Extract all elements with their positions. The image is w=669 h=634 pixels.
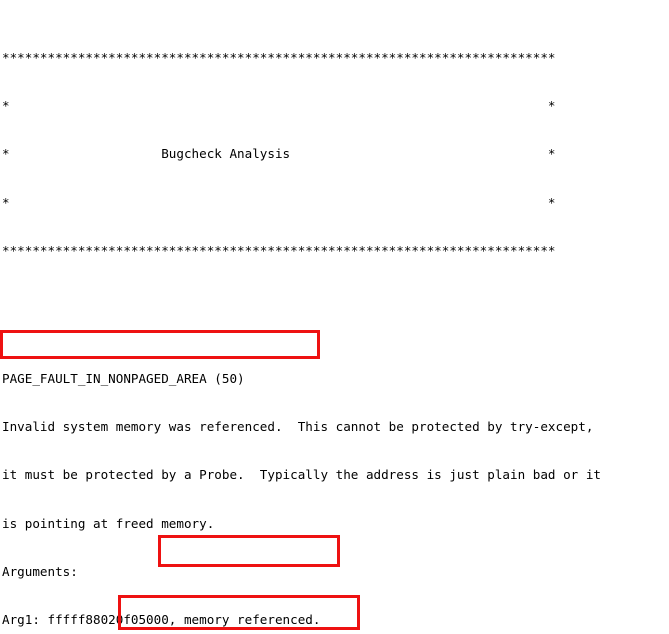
argument-1: Arg1: fffff88020f05000, memory reference… [2, 611, 321, 627]
bugcheck-description-line-1: Invalid system memory was referenced. Th… [2, 419, 594, 435]
bugcheck-name: PAGE_FAULT_IN_NONPAGED_AREA (50) [2, 371, 245, 387]
banner-title-row: * Bugcheck Analysis * [2, 146, 556, 162]
bugcheck-description-line-2: it must be protected by a Probe. Typical… [2, 467, 601, 483]
spacer-after-banner [2, 307, 669, 323]
banner-row-blank-lower: * * [2, 194, 556, 210]
bugcheck-analysis-console[interactable]: ****************************************… [0, 0, 669, 634]
arguments-label: Arguments: [2, 563, 78, 579]
highlight-box-driver-name [0, 330, 320, 359]
banner-top-rule: ****************************************… [2, 50, 556, 66]
bugcheck-description-line-3: is pointing at freed memory. [2, 515, 215, 531]
highlight-box-default-bucket-id [158, 535, 340, 567]
banner-bottom-rule: ****************************************… [2, 242, 556, 258]
banner-row-blank-upper: * * [2, 98, 556, 114]
